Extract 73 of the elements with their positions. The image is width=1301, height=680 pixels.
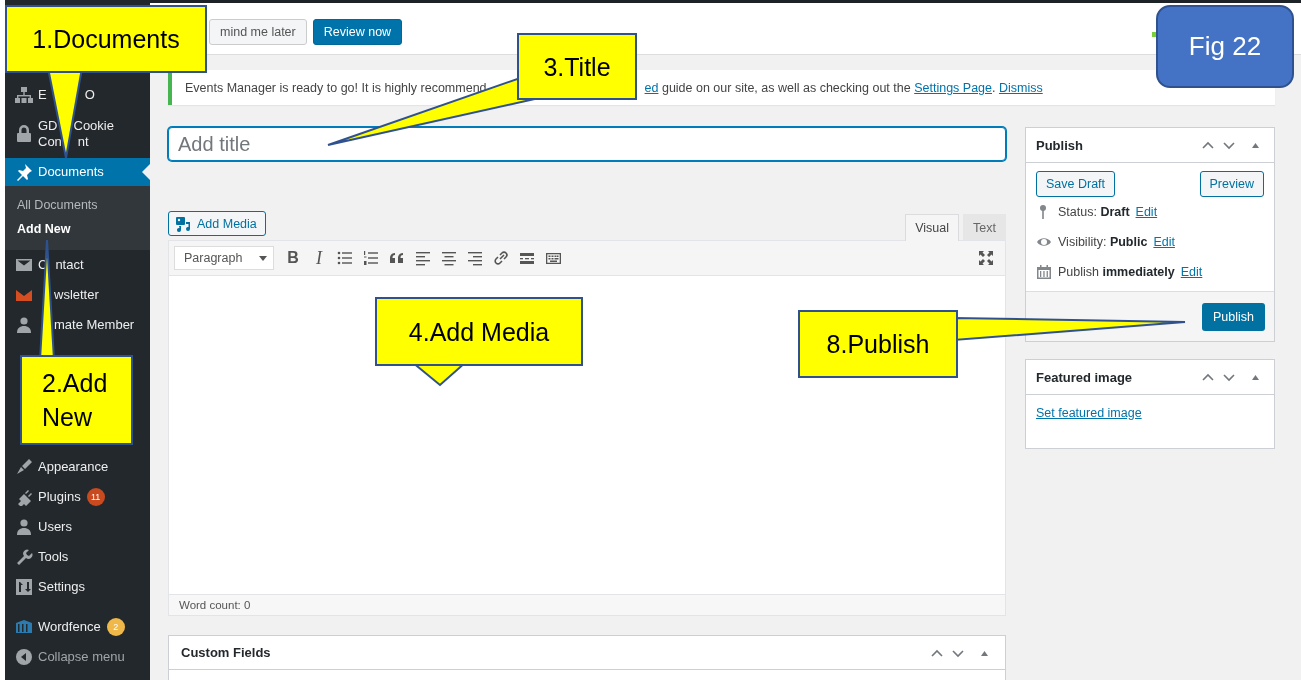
status-text: Status: Draft	[1058, 205, 1130, 219]
calendar-icon	[1036, 264, 1052, 280]
edit-link[interactable]: Edit	[1153, 235, 1175, 249]
remind-button[interactable]: mind me later	[209, 19, 307, 45]
bold-button[interactable]: B	[280, 245, 306, 271]
format-select[interactable]: Paragraph	[174, 246, 274, 270]
editor-tab[interactable]: Visual	[905, 214, 960, 241]
sidebar-item[interactable]: Wordfence 2	[5, 612, 150, 642]
sidebar-item[interactable]: Plugins 11	[5, 482, 150, 512]
submenu-item[interactable]: Add New	[5, 217, 150, 241]
sidebar-item[interactable]: GD Cookie Con nt	[5, 110, 150, 158]
sidebar-item[interactable]: E O	[5, 80, 150, 110]
sliders-icon	[15, 578, 33, 596]
align-right-icon[interactable]	[467, 250, 483, 266]
sidebar-item[interactable]: Appearance	[5, 452, 150, 482]
sidebar-item[interactable]: mate Member	[5, 310, 150, 340]
quote-icon[interactable]	[389, 250, 405, 266]
save-draft-button[interactable]: Save Draft	[1036, 171, 1116, 197]
callout: 8.Publish	[798, 310, 958, 378]
count-badge: 11	[86, 488, 105, 506]
align-left-icon[interactable]	[415, 250, 431, 266]
align-center-icon[interactable]	[441, 250, 457, 266]
sidebar-item[interactable]: Collapse menu	[5, 642, 150, 672]
status-text: Visibility: Public	[1058, 235, 1148, 249]
notice-link[interactable]: Dismiss	[998, 80, 1043, 95]
notice-text: Events Manager is ready to go! It is highly recommend	[185, 80, 487, 95]
read-more-icon[interactable]	[519, 250, 535, 266]
bars-icon	[15, 618, 33, 636]
sitemap-icon	[15, 86, 33, 104]
caret-icon	[259, 255, 267, 261]
sidebar-item[interactable]: wsletter	[5, 280, 150, 310]
add-media-button[interactable]: Add Media	[168, 211, 266, 236]
numbered-list-icon[interactable]	[363, 250, 379, 266]
fullscreen-icon[interactable]	[978, 250, 994, 266]
notice-text: .	[992, 80, 997, 95]
count-badge: 2	[106, 618, 125, 636]
person-icon	[15, 518, 33, 536]
sidebar-item[interactable]: Documents	[5, 158, 150, 186]
notice-text: guide on our site, as well as checking out the	[660, 80, 912, 95]
callout: 2.Add New	[20, 355, 133, 445]
media-icon	[175, 215, 191, 232]
editor-tab[interactable]: Text	[963, 214, 1006, 240]
status-text: Publish immediately	[1058, 265, 1175, 279]
callout: 3.Title	[517, 33, 637, 100]
brush-icon	[15, 458, 33, 476]
publish-button[interactable]: Publish	[1202, 302, 1265, 331]
panel-title: Featured image	[1036, 369, 1133, 385]
panel-title: Publish	[1036, 137, 1083, 153]
wrench-icon	[15, 548, 33, 566]
lock-icon	[15, 125, 33, 143]
title-field[interactable]: Add title	[168, 127, 1006, 161]
notice-link[interactable]: Settings Page	[914, 80, 992, 95]
envelope-icon	[15, 256, 33, 274]
pin-icon	[15, 163, 33, 181]
collapse-icon	[15, 648, 33, 666]
sidebar-item[interactable]: Users	[5, 512, 150, 542]
featured-image-link[interactable]: Set featured image	[1036, 406, 1142, 420]
keyboard-icon[interactable]	[545, 250, 561, 266]
italic-button[interactable]: I	[306, 245, 332, 271]
panel-title: Custom Fields	[181, 645, 271, 660]
link-icon[interactable]	[493, 250, 509, 266]
person-icon	[15, 316, 33, 334]
edit-link[interactable]: Edit	[1180, 265, 1203, 279]
review-button[interactable]: Review now	[312, 19, 403, 45]
preview-button[interactable]: Preview	[1199, 171, 1264, 197]
sidebar-item[interactable]: Tools	[5, 542, 150, 572]
word-count: Word count: 0	[169, 594, 1005, 615]
sidebar-item[interactable]: Settings	[5, 572, 150, 602]
bullet-list-icon[interactable]	[337, 250, 353, 266]
figure-label: Fig 22	[1156, 5, 1294, 88]
submenu-item[interactable]: All Documents	[5, 193, 150, 217]
edit-link[interactable]: Edit	[1135, 205, 1158, 219]
notice-link[interactable]: ed	[644, 80, 659, 95]
